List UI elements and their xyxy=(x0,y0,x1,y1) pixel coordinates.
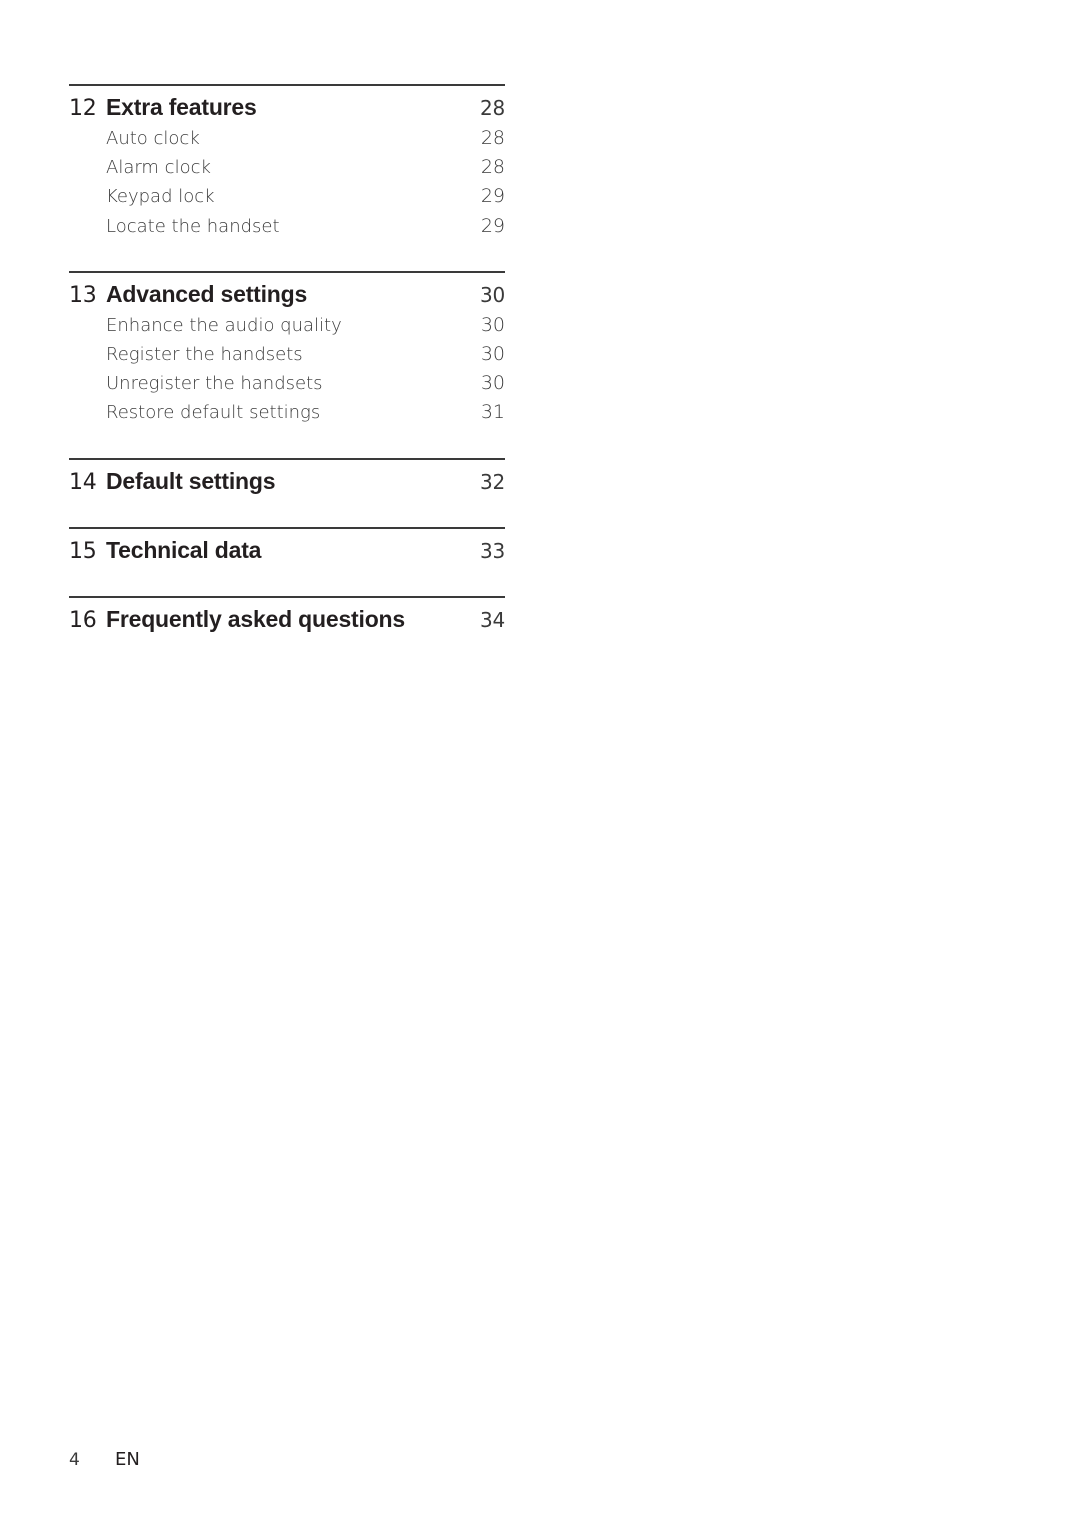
toc-heading[interactable]: 14 Default settings 32 xyxy=(69,466,505,498)
entry-label: Locate the handset xyxy=(106,215,280,237)
toc-section-default-settings: 14 Default settings 32 xyxy=(69,457,505,498)
page-number: 29 xyxy=(480,214,505,237)
entry-label: Alarm clock xyxy=(106,157,211,179)
toc-section-advanced-settings: 13 Advanced settings 30 Enhance the audio… xyxy=(69,270,505,428)
toc-entry[interactable]: Keypad lock 29 xyxy=(69,182,505,211)
entry-label: Register the handsets xyxy=(106,344,303,366)
toc-entry[interactable]: Unregister the handsets 30 xyxy=(69,369,505,398)
page-number: 30 xyxy=(480,372,505,395)
entry-label: Restore default settings xyxy=(106,402,321,424)
toc-entry[interactable]: Locate the handset 29 xyxy=(69,212,505,241)
section-number: 13 xyxy=(69,282,97,308)
page-number: 33 xyxy=(479,538,505,563)
toc-entry[interactable]: Alarm clock 28 xyxy=(69,153,505,182)
section-title: Extra features xyxy=(106,94,257,120)
table-of-contents: 12 Extra features 28 Auto clock 28 Alarm c… xyxy=(69,84,505,636)
footer-language: EN xyxy=(115,1449,140,1470)
entry-label: Unregister the handsets xyxy=(106,373,323,395)
toc-entry[interactable]: Register the handsets 30 xyxy=(69,340,505,369)
toc-section-faq: 16 Frequently asked questions 34 xyxy=(69,595,505,636)
section-number: 14 xyxy=(69,469,97,495)
toc-section-technical-data: 15 Technical data 33 xyxy=(69,526,505,567)
section-title: Frequently asked questions xyxy=(106,605,405,632)
page-number: 30 xyxy=(479,282,505,307)
page-footer: 4 EN xyxy=(69,1449,140,1470)
page-number: 28 xyxy=(480,127,505,149)
entry-label: Enhance the audio quality xyxy=(106,314,342,336)
page-number: 30 xyxy=(480,313,505,336)
section-number: 16 xyxy=(69,607,97,633)
toc-entry[interactable]: Auto clock 28 xyxy=(69,124,505,153)
section-title: Technical data xyxy=(106,536,262,563)
footer-page-number: 4 xyxy=(69,1450,80,1470)
section-number: 15 xyxy=(69,538,97,564)
toc-section-extra-features: 12 Extra features 28 Auto clock 28 Alarm c… xyxy=(69,84,505,241)
page-number: 34 xyxy=(479,607,505,632)
page-number: 31 xyxy=(480,401,505,424)
toc-heading[interactable]: 16 Frequently asked questions 34 xyxy=(69,604,505,636)
toc-entry[interactable]: Enhance the audio quality 30 xyxy=(69,311,505,340)
page-number: 29 xyxy=(480,185,505,208)
toc-heading[interactable]: 13 Advanced settings 30 xyxy=(69,279,505,311)
page-number: 28 xyxy=(480,156,505,179)
entry-label: Auto clock xyxy=(106,128,200,149)
page-number: 30 xyxy=(480,343,505,366)
entry-label: Keypad lock xyxy=(106,186,215,208)
page-number: 32 xyxy=(479,469,505,494)
section-title: Default settings xyxy=(106,467,276,494)
page-number: 28 xyxy=(479,96,505,120)
section-title: Advanced settings xyxy=(106,280,308,307)
toc-heading[interactable]: 12 Extra features 28 xyxy=(69,92,505,124)
toc-heading[interactable]: 15 Technical data 33 xyxy=(69,535,505,567)
section-number: 12 xyxy=(69,96,97,121)
toc-entry[interactable]: Restore default settings 31 xyxy=(69,398,505,427)
